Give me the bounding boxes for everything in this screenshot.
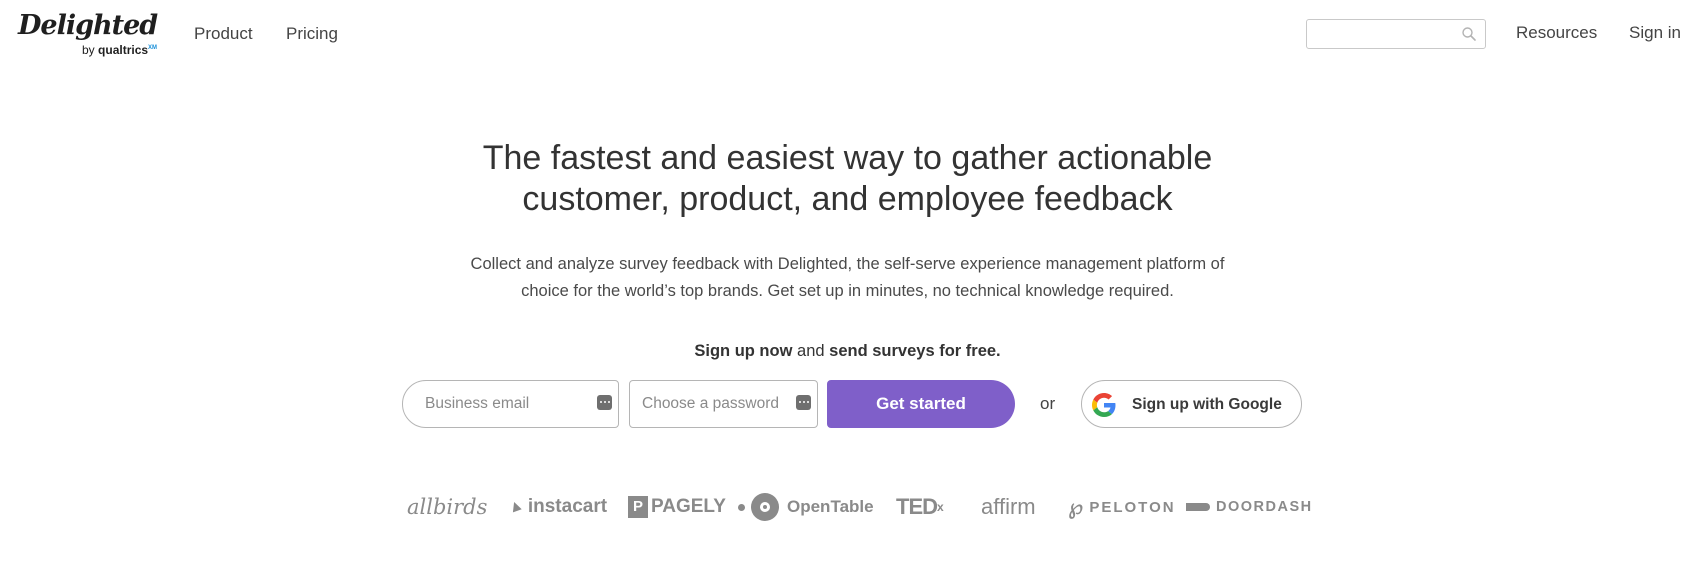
- hero-title: The fastest and easiest way to gather ac…: [0, 138, 1695, 220]
- google-button-label: Sign up with Google: [1132, 396, 1282, 413]
- peloton-wordmark: PELOTON: [1089, 498, 1176, 516]
- instacart-wordmark: instacart: [527, 496, 608, 517]
- hero-title-line-1: The fastest and easiest way to gather ac…: [482, 139, 1213, 177]
- site-header: Delighted by qualtricsXM Product Pricing…: [0, 0, 1695, 70]
- logo-qualtrics: qualtrics: [98, 43, 149, 57]
- ted-wordmark: TED: [896, 494, 938, 519]
- logo-byline: by qualtricsXM: [82, 43, 157, 57]
- ted-x: x: [937, 500, 944, 514]
- doordash-dash-icon: [1186, 503, 1210, 511]
- hero-subtitle: Collect and analyze survey feedback with…: [0, 251, 1695, 305]
- logo-xm: XM: [148, 45, 158, 51]
- allbirds-wordmark: allbirds: [407, 495, 488, 519]
- password-manager-icon[interactable]: [796, 395, 811, 410]
- peloton-logo: ℘ PELOTON: [1068, 493, 1176, 521]
- tagline-and: and: [792, 342, 830, 360]
- logo-by: by: [82, 43, 95, 57]
- or-separator: or: [1040, 394, 1056, 413]
- search-icon[interactable]: [1461, 26, 1477, 42]
- signup-tagline: Sign up now and send surveys for free.: [0, 342, 1695, 361]
- doordash-logo: DOORDASH: [1186, 493, 1313, 521]
- peloton-p-icon: ℘: [1068, 494, 1084, 519]
- nav-sign-in[interactable]: Sign in: [1629, 23, 1681, 43]
- pagely-logo: P PAGELY: [628, 493, 726, 521]
- logo-wordmark: Delighted: [18, 10, 158, 41]
- hero-subtitle-line-2: choice for the world’s top brands. Get s…: [521, 282, 1174, 300]
- opentable-wordmark: OpenTable: [787, 497, 874, 516]
- nav-resources[interactable]: Resources: [1516, 23, 1597, 43]
- business-email-input[interactable]: [403, 381, 618, 427]
- password-field-wrapper: [629, 380, 818, 428]
- affirm-wordmark: affirm: [981, 494, 1036, 519]
- password-manager-icon[interactable]: [597, 395, 612, 410]
- password-input[interactable]: [630, 381, 817, 427]
- delighted-logo[interactable]: Delighted by qualtricsXM: [18, 10, 158, 60]
- tedx-logo: TED x: [896, 493, 944, 521]
- search-box: [1306, 19, 1486, 49]
- email-field-wrapper: [402, 380, 619, 428]
- instacart-logo: ▲ instacart: [505, 493, 608, 521]
- allbirds-logo: allbirds: [407, 493, 487, 521]
- hero-title-line-2: customer, product, and employee feedback: [522, 180, 1173, 218]
- page: Delighted by qualtricsXM Product Pricing…: [0, 0, 1695, 571]
- doordash-wordmark: DOORDASH: [1216, 499, 1313, 515]
- opentable-dot-icon: [738, 503, 745, 511]
- nav-product[interactable]: Product: [194, 24, 253, 44]
- pagely-wordmark: PAGELY: [651, 496, 726, 517]
- carrot-icon: ▲: [505, 495, 527, 518]
- google-icon: [1092, 393, 1116, 417]
- hero-subtitle-line-1: Collect and analyze survey feedback with…: [470, 255, 1225, 273]
- opentable-ring-icon: [751, 493, 779, 521]
- tagline-sign-up-now: Sign up now: [694, 342, 793, 360]
- pagely-mark: P: [628, 496, 648, 518]
- search-input[interactable]: [1307, 20, 1457, 48]
- get-started-button[interactable]: Get started: [827, 380, 1015, 428]
- opentable-logo: OpenTable: [738, 493, 874, 521]
- sign-up-with-google-button[interactable]: Sign up with Google: [1081, 380, 1302, 428]
- affirm-logo: affirm: [981, 493, 1036, 521]
- nav-pricing[interactable]: Pricing: [286, 24, 338, 44]
- tagline-send-surveys: send surveys for free.: [829, 342, 1001, 360]
